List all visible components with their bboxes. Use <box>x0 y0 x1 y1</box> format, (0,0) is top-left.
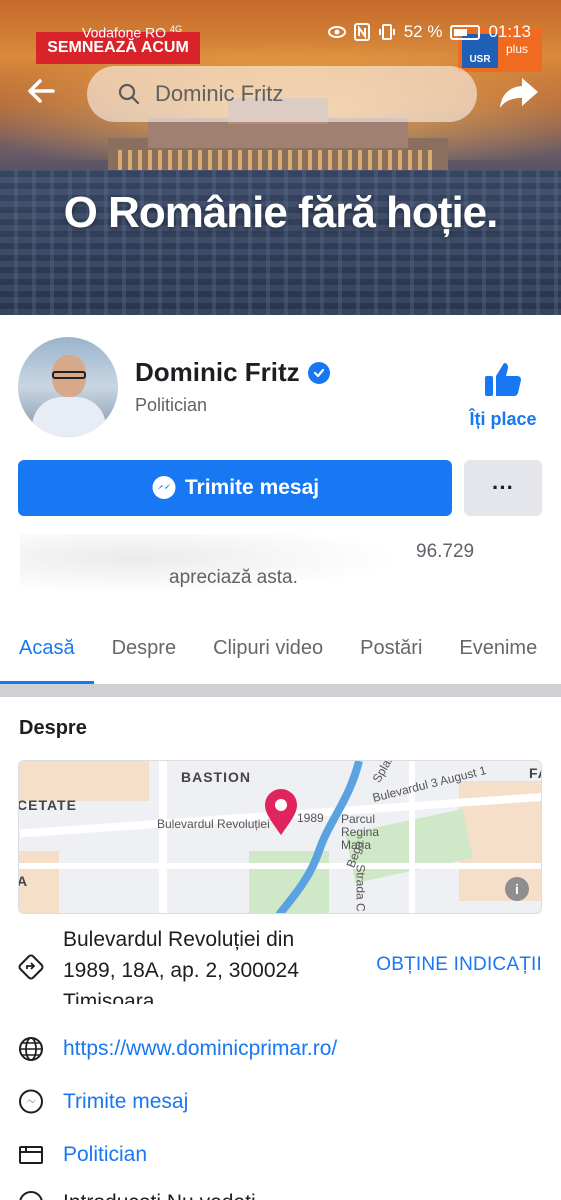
map-label-a: A <box>18 873 29 889</box>
map-label-cetate: CETATE <box>18 797 77 813</box>
map-info-icon[interactable]: i <box>505 877 529 901</box>
status-bar: Vodafone RO 4G 52 % 01:13 <box>0 18 561 46</box>
tab-videos[interactable]: Clipuri video <box>213 628 323 684</box>
profile-name-row: Dominic Fritz <box>135 357 330 388</box>
tab-posts[interactable]: Postări <box>360 628 422 684</box>
cut-row: Introduceți Nu vedeți <box>18 1188 548 1200</box>
category-icon <box>19 1146 43 1164</box>
website-link[interactable]: https://www.dominicprimar.ro/ <box>63 1037 337 1061</box>
category-row: Politician <box>18 1140 548 1170</box>
globe-icon <box>19 1037 43 1061</box>
send-message-link[interactable]: Trimite mesaj <box>63 1090 188 1114</box>
map-label-fa: FA <box>529 765 541 781</box>
map-label-bastion: BASTION <box>181 769 251 785</box>
section-divider <box>0 684 561 697</box>
messenger-outline-icon <box>19 1089 43 1114</box>
likes-text: apreciază asta. <box>169 567 298 588</box>
send-message-button[interactable]: Trimite mesaj <box>18 460 452 516</box>
cover-photo[interactable]: O Românie fără hoție. SEMNEAZĂ ACUM USR … <box>0 0 561 315</box>
carrier-name: Vodafone RO 4G <box>82 24 182 41</box>
more-options-button[interactable]: ··· <box>464 460 542 516</box>
page-title: Dominic Fritz <box>135 357 300 387</box>
address-text: Bulevardul Revoluției din 1989, 18A, ap.… <box>63 928 299 1004</box>
messenger-icon <box>152 476 176 499</box>
category-link[interactable]: Politician <box>63 1143 147 1167</box>
info-circle-icon <box>19 1191 43 1200</box>
directions-icon <box>18 954 44 980</box>
address-row: Bulevardul Revoluției din 1989, 18A, ap.… <box>18 922 548 1004</box>
map-label-bulevard: Bulevardul Revoluției <box>157 817 270 831</box>
tab-events[interactable]: Evenime <box>459 628 537 684</box>
about-section-title: Despre <box>19 717 87 739</box>
battery-icon <box>450 24 481 40</box>
page-tabs: Acasă Despre Clipuri video Postări Eveni… <box>0 628 561 684</box>
back-arrow-icon[interactable] <box>26 76 62 112</box>
page-category: Politician <box>135 395 208 415</box>
vibrate-icon <box>378 24 395 40</box>
profile-avatar[interactable] <box>18 337 118 437</box>
map-pin-icon <box>265 789 297 835</box>
clock: 01:13 <box>488 22 531 41</box>
like-button[interactable]: Îți place <box>468 360 538 430</box>
map-label-strada: Strada C <box>353 864 368 912</box>
search-bar[interactable] <box>87 66 477 122</box>
message-row: Trimite mesaj <box>18 1087 548 1117</box>
tab-about[interactable]: Despre <box>112 628 176 684</box>
like-label: Îți place <box>469 409 537 429</box>
verified-badge-icon <box>307 361 330 384</box>
tab-home[interactable]: Acasă <box>0 628 94 684</box>
thumbs-up-icon <box>485 363 521 396</box>
map-label-1989: 1989 <box>297 811 324 825</box>
website-row: https://www.dominicprimar.ro/ <box>18 1034 548 1064</box>
location-map[interactable]: BASTION CETATE Bulevardul Revoluției 198… <box>18 760 542 914</box>
battery-percent: 52 % <box>403 22 443 41</box>
send-message-label: Trimite mesaj <box>184 476 320 499</box>
eye-icon <box>327 26 346 38</box>
search-input[interactable] <box>155 81 455 107</box>
get-directions-link[interactable]: OBȚINE INDICAȚII <box>376 954 542 976</box>
share-icon[interactable] <box>498 74 540 112</box>
likes-count: 96.729 <box>416 541 475 562</box>
search-icon <box>118 83 140 105</box>
cut-row-text: Introduceți Nu vedeți <box>63 1191 256 1200</box>
nfc-icon <box>353 23 370 41</box>
cover-headline: O Românie fără hoție. <box>63 188 499 237</box>
